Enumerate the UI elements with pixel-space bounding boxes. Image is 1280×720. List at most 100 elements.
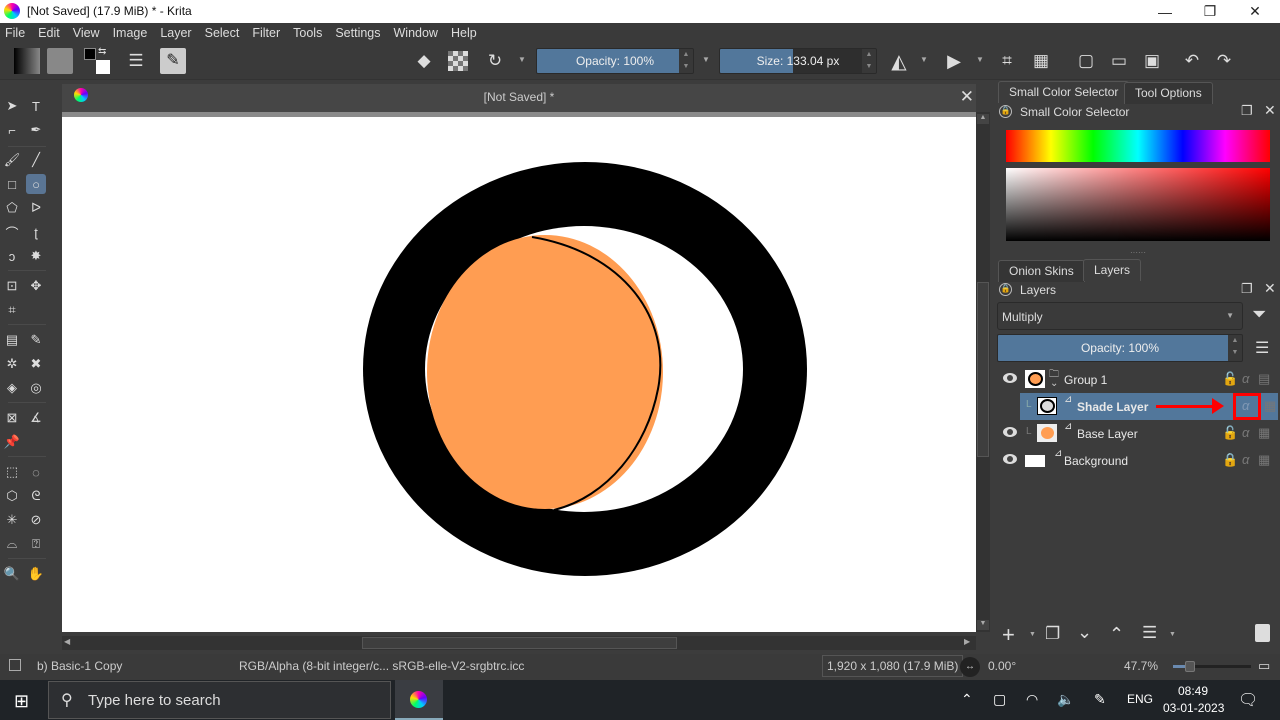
polygon-tool-icon[interactable]: ⬠	[2, 198, 22, 218]
tab-small-color-selector[interactable]: Small Color Selector	[998, 81, 1130, 103]
measure-tool-icon[interactable]: ∡	[26, 408, 46, 428]
opacity-spinner[interactable]: ▲ ▼	[679, 49, 693, 73]
mirror-horizontal-icon[interactable]: ◭	[887, 49, 911, 73]
zoom-tool-icon[interactable]: 🔍	[2, 564, 22, 584]
delete-layer-icon[interactable]	[1255, 624, 1270, 642]
vertical-scroll-thumb[interactable]	[977, 282, 989, 457]
chevron-down-icon[interactable]: ▼	[518, 55, 526, 64]
layer-blend-mode-dropdown[interactable]: Multiply ▼	[997, 302, 1243, 330]
layer-options-menu-icon[interactable]: ☰	[1255, 338, 1269, 358]
enclose-fill-tool-icon[interactable]: ◎	[26, 378, 46, 398]
horizontal-scrollbar[interactable]: ◀ ▶	[62, 636, 976, 650]
layer-opacity-spinner[interactable]: ▲ ▼	[1228, 335, 1242, 361]
menu-help[interactable]: Help	[451, 26, 477, 40]
volume-icon[interactable]: 🔈	[1057, 691, 1074, 708]
calligraphy-tool-icon[interactable]: ✒	[26, 120, 46, 140]
rectangular-selection-tool-icon[interactable]: ⬚	[2, 462, 22, 482]
bezier-tool-icon[interactable]: ⌒	[2, 222, 22, 242]
pen-input-icon[interactable]: ✎	[1094, 691, 1106, 708]
scroll-down-arrow-icon[interactable]: ▼	[977, 620, 989, 630]
scroll-right-arrow-icon[interactable]: ▶	[964, 637, 974, 649]
alpha-lock-icon[interactable]: ▦	[1258, 425, 1270, 441]
float-docker-icon[interactable]: ❐	[1241, 103, 1253, 119]
horizontal-scroll-thumb[interactable]	[362, 637, 677, 649]
gradient-preset-button[interactable]	[14, 48, 40, 74]
float-docker-icon[interactable]: ❐	[1241, 281, 1253, 297]
new-document-icon[interactable]: ▢	[1074, 49, 1098, 73]
menu-select[interactable]: Select	[205, 26, 240, 40]
tab-tool-options[interactable]: Tool Options	[1124, 82, 1213, 104]
crop-icon[interactable]: ⌗	[995, 49, 1019, 73]
zoom-slider[interactable]	[1173, 661, 1251, 672]
zoom-slider-handle[interactable]	[1185, 661, 1195, 672]
menu-image[interactable]: Image	[113, 26, 148, 40]
notifications-icon[interactable]: 🗨	[1238, 690, 1258, 710]
size-spinner[interactable]: ▲ ▼	[862, 49, 876, 73]
close-document-button[interactable]: ✕	[960, 87, 974, 107]
similar-color-selection-tool-icon[interactable]: ⊘	[26, 510, 46, 530]
show-hidden-icons-chevron-icon[interactable]: ⌃	[961, 691, 973, 708]
alpha-lock-icon[interactable]	[448, 51, 468, 71]
vertical-scrollbar[interactable]: ▲ ▼	[976, 112, 990, 632]
transform-tool-icon[interactable]: ⊡	[2, 276, 22, 296]
document-tab[interactable]: [Not Saved] * ✕	[62, 84, 976, 112]
polyline-tool-icon[interactable]: ᐅ	[26, 198, 46, 218]
unlocked-icon[interactable]: 🔓	[1222, 371, 1238, 387]
layer-row-shade-layer[interactable]: L ⊿ Shade Layer α ▦	[1020, 393, 1278, 420]
chevron-down-icon[interactable]: ▼	[920, 55, 928, 64]
foreground-color-swatch[interactable]	[84, 48, 96, 60]
meet-now-icon[interactable]: ▢	[993, 691, 1006, 708]
layer-properties-icon[interactable]: ☰	[1142, 623, 1157, 643]
brush-settings-icon[interactable]: ☰	[124, 49, 148, 73]
menu-filter[interactable]: Filter	[252, 26, 280, 40]
visibility-eye-icon[interactable]	[1003, 454, 1017, 464]
chevron-down-icon[interactable]: ▼	[1169, 631, 1176, 638]
language-indicator[interactable]: ENG	[1127, 692, 1153, 706]
alpha-inherit-icon[interactable]: α	[1242, 398, 1249, 413]
elliptical-selection-tool-icon[interactable]: ◌	[26, 462, 46, 482]
fill-tool-icon[interactable]: ◈	[2, 378, 22, 398]
freehand-brush-tool-icon[interactable]: 🖌	[2, 150, 22, 170]
menu-window[interactable]: Window	[394, 26, 438, 40]
move-layer-down-icon[interactable]: ⌄	[1077, 622, 1092, 643]
ellipse-tool-icon[interactable]: ○	[26, 174, 46, 194]
windows-start-icon[interactable]: ⊞	[14, 691, 29, 712]
lock-docker-icon[interactable]: 🔒	[999, 105, 1012, 118]
line-tool-icon[interactable]: ╱	[26, 150, 46, 170]
dynamic-brush-tool-icon[interactable]: ↄ	[2, 246, 22, 266]
tab-layers[interactable]: Layers	[1083, 259, 1142, 281]
background-color-swatch[interactable]	[96, 60, 110, 74]
alpha-inherit-icon[interactable]: α	[1242, 371, 1249, 386]
move-layer-up-icon[interactable]: ⌃	[1109, 624, 1124, 645]
menu-tools[interactable]: Tools	[293, 26, 322, 40]
freehand-selection-tool-icon[interactable]: ᘓ	[26, 486, 46, 506]
pan-tool-icon[interactable]: ✋	[26, 564, 46, 584]
chevron-down-icon[interactable]: ▼	[976, 55, 984, 64]
eraser-icon[interactable]: ◆	[412, 49, 436, 73]
alpha-inherit-icon[interactable]: α	[1242, 425, 1249, 440]
menu-view[interactable]: View	[73, 26, 100, 40]
text-tool-icon[interactable]: T	[26, 96, 46, 116]
hue-slider[interactable]	[1006, 130, 1270, 162]
color-picker-tool-icon[interactable]: ✎	[26, 330, 46, 350]
undo-icon[interactable]: ↶	[1180, 49, 1204, 73]
selection-mode-icon[interactable]	[9, 659, 21, 671]
wifi-icon[interactable]: ◠	[1026, 691, 1038, 708]
saturation-value-picker[interactable]	[1006, 168, 1270, 241]
close-docker-icon[interactable]: ✕	[1264, 102, 1276, 119]
reload-preset-icon[interactable]: ↻	[483, 49, 507, 73]
open-document-icon[interactable]: ▭	[1107, 49, 1131, 73]
crop-tool-icon[interactable]: ⌗	[2, 300, 22, 320]
menu-layer[interactable]: Layer	[160, 26, 191, 40]
restore-button[interactable]: ❐	[1187, 0, 1233, 23]
layer-row-background[interactable]: ⊿ Background 🔒 α ▦	[998, 447, 1278, 474]
select-shapes-tool-icon[interactable]: ➤	[2, 96, 22, 116]
expand-chevron-icon[interactable]: ⌄	[1050, 378, 1058, 389]
rectangle-tool-icon[interactable]: □	[2, 174, 22, 194]
alpha-lock-icon[interactable]: ▦	[1258, 452, 1270, 468]
visibility-eye-icon[interactable]	[1003, 427, 1017, 437]
scroll-left-arrow-icon[interactable]: ◀	[64, 637, 74, 649]
filter-icon[interactable]: ⏷	[1252, 304, 1266, 325]
rotation-reset-icon[interactable]: ↔	[960, 657, 980, 677]
bezier-selection-tool-icon[interactable]: ⌓	[2, 534, 22, 554]
